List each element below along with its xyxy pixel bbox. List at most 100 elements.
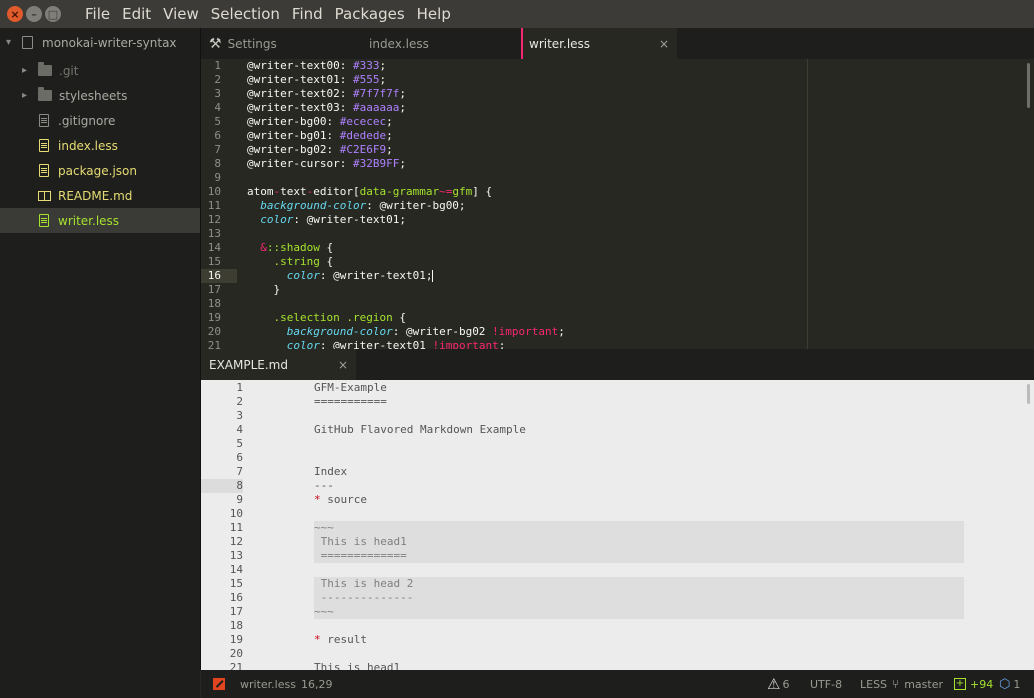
code-line[interactable]: .selection .region {: [247, 311, 406, 325]
code-token: This is head 2: [314, 577, 414, 590]
tree-item-git[interactable]: ▸ .git: [0, 58, 200, 83]
code-line[interactable]: * source: [314, 493, 367, 507]
code-line[interactable]: GFM-Example: [314, 381, 387, 395]
status-encoding[interactable]: UTF-8: [810, 670, 842, 698]
status-branch[interactable]: ⑂ master: [892, 670, 943, 698]
code-line[interactable]: &::shadow {: [247, 241, 333, 255]
project-root[interactable]: ▾ monokai-writer-syntax: [0, 30, 200, 55]
code-line[interactable]: @writer-bg01: #dedede;: [247, 129, 393, 143]
status-grammar[interactable]: LESS: [860, 670, 887, 698]
code-token: color: [260, 213, 294, 226]
editor-example-md[interactable]: 1 2 3 4 5 6 7 8 9 10 11 12 13 14 15 16 17 18 19 20 21 GFM-Ex…: [201, 380, 1024, 670]
code-line[interactable]: @writer-bg00: #ececec;: [247, 115, 393, 129]
line-number: 15: [229, 577, 243, 590]
tree-item-writer-less[interactable]: writer.less: [0, 208, 200, 233]
tab-index-less[interactable]: index.less: [361, 28, 521, 59]
code-line[interactable]: =============: [314, 549, 407, 563]
repo-icon: [22, 36, 33, 49]
status-cursor-position[interactable]: 16,29: [301, 670, 333, 698]
line-number: 7: [214, 143, 221, 156]
tree-item-index-less[interactable]: index.less: [0, 133, 200, 158]
code-line[interactable]: @writer-text02: #7f7f7f;: [247, 87, 406, 101]
code-line[interactable]: Index: [314, 465, 347, 479]
line-number: 5: [236, 437, 243, 450]
line-number: 6: [236, 451, 243, 464]
code-token: #32B9FF: [352, 157, 400, 170]
diff-added-icon: +: [954, 678, 966, 690]
package-icon: ⬡: [999, 676, 1011, 692]
file-icon: [39, 139, 49, 152]
tab-writer-less[interactable]: writer.less ×: [521, 28, 677, 59]
tab-bar: ⚒ Settings index.less writer.less ×: [201, 28, 1034, 59]
status-git-diff[interactable]: + +94: [954, 670, 993, 698]
close-icon[interactable]: ×: [659, 37, 669, 51]
code-line[interactable]: }: [247, 283, 280, 297]
code-line[interactable]: ~~~: [314, 605, 334, 619]
status-warnings[interactable]: ⚠ 6: [767, 670, 789, 698]
line-number: 10: [207, 185, 221, 198]
code-line[interactable]: ===========: [314, 395, 387, 409]
code-line[interactable]: @writer-text01: #555;: [247, 73, 386, 87]
status-packages[interactable]: ⬡ 1: [999, 670, 1020, 698]
window-minimize-button[interactable]: –: [26, 6, 42, 22]
editor-writer-less[interactable]: 1 2 3 4 5 6 7 8 9 10 11 12 13 14 15 16 17 18 19 20 21 @write…: [201, 59, 1034, 349]
close-icon[interactable]: ×: [338, 358, 348, 372]
scrollbar[interactable]: [1024, 380, 1034, 670]
code-line[interactable]: .string {: [247, 255, 334, 269]
code-line[interactable]: ~~~: [314, 521, 334, 535]
tree-item-label: stylesheets: [59, 88, 128, 103]
menu-item-edit[interactable]: Edit: [116, 5, 157, 23]
line-number: 8: [236, 479, 243, 492]
menu-item-help[interactable]: Help: [411, 5, 457, 23]
code-line[interactable]: GitHub Flavored Markdown Example: [314, 423, 526, 437]
line-number: 2: [214, 73, 221, 86]
tab-settings[interactable]: ⚒ Settings: [201, 28, 361, 59]
tree-item-label: .gitignore: [58, 113, 116, 128]
code-token: ;: [399, 87, 406, 100]
tree-item-gitignore[interactable]: .gitignore: [0, 108, 200, 133]
code-line[interactable]: color: @writer-text01;: [247, 213, 406, 227]
scrollbar-thumb[interactable]: [1027, 63, 1030, 108]
line-number: 16: [229, 591, 243, 604]
menu-item-selection[interactable]: Selection: [205, 5, 286, 23]
code-line[interactable]: @writer-cursor: #32B9FF;: [247, 157, 406, 171]
git-branch-icon: ⑂: [892, 677, 900, 691]
menu-item-file[interactable]: File: [79, 5, 116, 23]
tab-example-md[interactable]: EXAMPLE.md ×: [201, 349, 356, 380]
code-line[interactable]: This is head1: [314, 661, 400, 670]
code-line[interactable]: atom-text-editor[data-grammar~=gfm] {: [247, 185, 492, 199]
code-line[interactable]: @writer-text00: #333;: [247, 59, 386, 73]
code-token: @writer-bg00:: [247, 115, 340, 128]
status-file-name[interactable]: writer.less: [240, 670, 296, 698]
code-line[interactable]: color: @writer-text01;: [247, 269, 434, 283]
code-line[interactable]: background-color: @writer-bg02 !importan…: [247, 325, 565, 339]
line-number: 17: [229, 605, 243, 618]
code-line[interactable]: ---: [314, 479, 334, 493]
code-token: @writer-text02:: [247, 87, 353, 100]
window-close-button[interactable]: ×: [7, 6, 23, 22]
code-line[interactable]: background-color: @writer-bg00;: [247, 199, 465, 213]
tree-item-label: README.md: [58, 188, 133, 203]
code-line[interactable]: @writer-text03: #aaaaaa;: [247, 101, 406, 115]
window-maximize-button[interactable]: □: [45, 6, 61, 22]
code-line[interactable]: @writer-bg02: #C2E6F9;: [247, 143, 393, 157]
tree-item-stylesheets[interactable]: ▸ stylesheets: [0, 83, 200, 108]
tree-item-readme-md[interactable]: README.md: [0, 183, 200, 208]
tree-item-package-json[interactable]: package.json: [0, 158, 200, 183]
chevron-right-icon: ▸: [22, 90, 28, 101]
line-number: 11: [207, 199, 221, 212]
line-number: 13: [229, 549, 243, 562]
code-token: #333: [352, 59, 380, 72]
menu-item-packages[interactable]: Packages: [329, 5, 411, 23]
code-line[interactable]: * result: [314, 633, 367, 647]
code-line[interactable]: This is head 2: [314, 577, 414, 591]
menu-item-view[interactable]: View: [157, 5, 205, 23]
code-line[interactable]: --------------: [314, 591, 414, 605]
code-line[interactable]: color: @writer-text01 !important;: [247, 339, 506, 349]
scrollbar-thumb[interactable]: [1027, 384, 1030, 404]
code-line[interactable]: This is head1: [314, 535, 407, 549]
code-token: {: [319, 241, 334, 254]
menu-item-find[interactable]: Find: [286, 5, 329, 23]
